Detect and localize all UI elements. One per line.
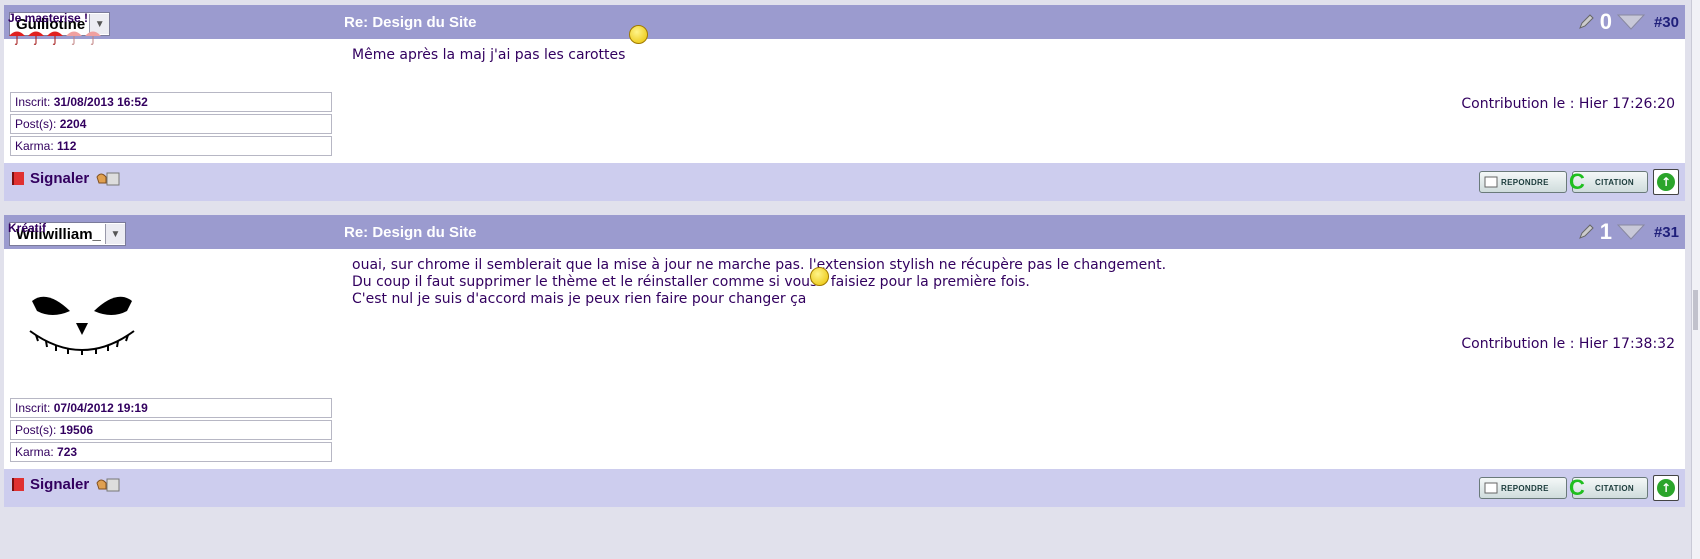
post-line: Du coup il faut supprimer le thème et le… xyxy=(352,274,1030,290)
pencil-icon[interactable] xyxy=(1577,223,1595,241)
post-title: Re: Design du Site xyxy=(344,224,477,241)
forum-post: Guillotine ▼ Re: Design du Site 0 #30 Je… xyxy=(4,5,1685,201)
up-arrow-icon: ↑ xyxy=(1657,479,1675,497)
posts-count-info: Post(s): 2204 xyxy=(10,114,332,134)
post-title: Re: Design du Site xyxy=(344,14,477,31)
report-link[interactable]: Signaler xyxy=(12,169,121,187)
vote-count: 1 xyxy=(1599,219,1612,244)
contribution-date: Contribution le : Hier 17:38:32 xyxy=(1461,336,1675,352)
posts-count-info: Post(s): 19506 xyxy=(10,420,332,440)
downvote-arrow-icon[interactable] xyxy=(1616,224,1645,240)
report-hand-icon[interactable] xyxy=(95,169,121,187)
smiley-icon xyxy=(810,267,829,286)
contribution-date: Contribution le : Hier 17:26:20 xyxy=(1461,96,1675,112)
post-footer: Signaler REPONDRE C CITATION ↑ xyxy=(4,469,1685,507)
karma-info: Karma: 112 xyxy=(10,136,332,156)
report-hand-icon[interactable] xyxy=(95,475,121,493)
downvote-arrow-icon[interactable] xyxy=(1616,14,1645,30)
post-number-link[interactable]: #31 xyxy=(1654,224,1679,241)
flag-icon xyxy=(12,477,24,491)
paper-icon xyxy=(1484,482,1498,494)
reply-button[interactable]: REPONDRE xyxy=(1479,171,1567,193)
vote-count: 0 xyxy=(1599,9,1612,34)
umbrella-icon xyxy=(66,31,82,45)
page-scrollbar[interactable] xyxy=(1691,0,1700,559)
pencil-icon[interactable] xyxy=(1577,13,1595,31)
quote-button[interactable]: C CITATION xyxy=(1569,475,1648,500)
flag-icon xyxy=(12,171,24,185)
user-rank: Kréatif xyxy=(8,221,47,235)
reply-button[interactable]: REPONDRE xyxy=(1479,477,1567,499)
smiley-icon xyxy=(629,25,648,44)
forum-post: Wiliwilliam_ ▼ Re: Design du Site 1 #31 … xyxy=(4,215,1685,507)
report-link[interactable]: Signaler xyxy=(12,475,121,493)
quote-c-icon: C xyxy=(1569,169,1586,194)
post-footer: Signaler REPONDRE C CITATION ↑ xyxy=(4,163,1685,201)
post-line: Même après la maj j'ai pas les carottes xyxy=(352,47,626,63)
post-line: C'est nul je suis d'accord mais je peux … xyxy=(352,291,807,307)
scroll-top-button[interactable]: ↑ xyxy=(1653,169,1679,195)
avatar-skull xyxy=(29,296,135,355)
post-content: Même après la maj j'ai pas les carottes xyxy=(352,47,625,64)
registered-info: Inscrit: 07/04/2012 19:19 xyxy=(10,398,332,418)
paper-icon xyxy=(1484,176,1498,188)
umbrella-icon xyxy=(85,31,101,45)
registered-info: Inscrit: 31/08/2013 16:52 xyxy=(10,92,332,112)
user-rank: Je masterise ! xyxy=(8,11,89,25)
post-number-link[interactable]: #30 xyxy=(1654,14,1679,31)
post-content: ouai, sur chrome il semblerait que la mi… xyxy=(352,257,1166,308)
umbrella-icon xyxy=(9,31,25,45)
rank-umbrellas xyxy=(8,27,336,47)
scroll-top-button[interactable]: ↑ xyxy=(1653,475,1679,501)
up-arrow-icon: ↑ xyxy=(1657,173,1675,191)
umbrella-icon xyxy=(28,31,44,45)
quote-c-icon: C xyxy=(1569,475,1586,500)
umbrella-icon xyxy=(47,31,63,45)
post-line: ouai, sur chrome il semblerait que la mi… xyxy=(352,257,1167,273)
karma-info: Karma: 723 xyxy=(10,442,332,462)
quote-button[interactable]: C CITATION xyxy=(1569,169,1648,194)
